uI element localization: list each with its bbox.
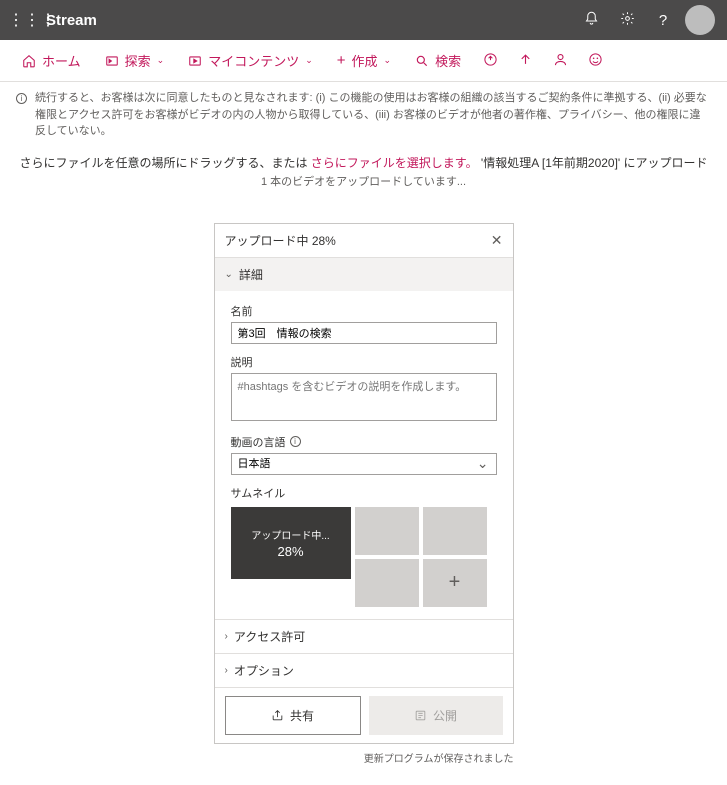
panel-title: アップロード中 28%: [225, 232, 336, 249]
chevron-down-icon: ⌄: [157, 55, 165, 66]
search-icon: [415, 54, 429, 68]
help-icon[interactable]: ?: [645, 12, 681, 29]
explore-icon: [105, 54, 119, 68]
chevron-right-icon: ›: [225, 631, 228, 642]
nav-home[interactable]: ホーム: [10, 40, 93, 81]
upload-arrow-icon[interactable]: [508, 52, 543, 70]
chevron-right-icon: ›: [225, 665, 228, 676]
thumb-option[interactable]: [355, 507, 419, 555]
panel-header: アップロード中 28% ✕: [215, 224, 513, 257]
app-launcher-icon[interactable]: ⋮⋮⋮: [8, 10, 40, 30]
nav-home-label: ホーム: [42, 51, 81, 70]
nav-search[interactable]: 検索: [403, 40, 473, 81]
share-icon: [271, 709, 284, 722]
thumb-add[interactable]: +: [423, 559, 487, 607]
top-bar: ⋮⋮⋮ Stream ?: [0, 0, 727, 40]
nav-explore[interactable]: 探索 ⌄: [93, 40, 177, 81]
nav-bar: ホーム 探索 ⌄ マイコンテンツ ⌄ + 作成 ⌄ 検索: [0, 40, 727, 82]
section-details[interactable]: ⌄ 詳細: [215, 257, 513, 291]
publish-button: 公開: [369, 696, 503, 735]
info-icon: i: [16, 90, 27, 140]
nav-explore-label: 探索: [125, 51, 151, 70]
desc-label: 説明: [231, 354, 497, 370]
consent-text: 続行すると、お客様は次に同意したものと見なされます: (i) この機能の使用はお…: [35, 90, 711, 140]
home-icon: [22, 54, 36, 68]
banner-pre: さらにファイルを任意の場所にドラッグする、または: [19, 156, 310, 170]
publish-icon: [414, 709, 427, 722]
invite-icon[interactable]: [473, 52, 508, 70]
plus-icon: +: [337, 52, 346, 69]
nav-create-label: 作成: [352, 51, 378, 70]
banner-post: '情報処理A [1年前期2020]' にアップロード: [478, 156, 708, 170]
user-avatar[interactable]: [685, 5, 715, 35]
notification-icon[interactable]: [573, 11, 609, 30]
feedback-icon[interactable]: [578, 52, 613, 70]
consent-notice: i 続行すると、お客様は次に同意したものと見なされます: (i) この機能の使用…: [0, 82, 727, 148]
saved-status: 更新プログラムが保存されました: [214, 750, 514, 765]
drag-banner: さらにファイルを任意の場所にドラッグする、または さらにファイルを選択します。 …: [0, 148, 727, 173]
thumbnail-picker: アップロード中... 28% +: [231, 507, 497, 607]
chevron-down-icon: ⌄: [225, 269, 233, 280]
person-icon[interactable]: [543, 52, 578, 70]
nav-mycontent-label: マイコンテンツ: [208, 51, 299, 70]
upload-panel: アップロード中 28% ✕ ⌄ 詳細 名前 説明 動画の言語 i 日本語 サムネ…: [214, 223, 514, 744]
desc-input[interactable]: [231, 373, 497, 421]
brand-label: Stream: [46, 12, 97, 29]
thumb-uploading-pct: 28%: [277, 544, 303, 559]
publish-label: 公開: [433, 707, 457, 724]
thumb-uploading-label: アップロード中...: [251, 527, 329, 542]
name-label: 名前: [231, 303, 497, 319]
share-button[interactable]: 共有: [225, 696, 361, 735]
lang-select[interactable]: 日本語: [231, 453, 497, 475]
nav-create[interactable]: + 作成 ⌄: [325, 40, 403, 81]
thumb-uploading: アップロード中... 28%: [231, 507, 351, 579]
nav-search-label: 検索: [435, 51, 461, 70]
upload-status-line: 1 本のビデオをアップロードしています...: [0, 173, 727, 203]
chevron-down-icon: ⌄: [305, 55, 313, 66]
thumb-option[interactable]: [423, 507, 487, 555]
thumb-option[interactable]: [355, 559, 419, 607]
section-details-label: 詳細: [239, 266, 263, 283]
share-label: 共有: [290, 707, 314, 724]
section-access[interactable]: › アクセス許可: [215, 619, 513, 653]
chevron-down-icon: ⌄: [384, 55, 392, 66]
lang-label: 動画の言語 i: [231, 434, 497, 450]
nav-mycontent[interactable]: マイコンテンツ ⌄: [176, 40, 325, 81]
section-access-label: アクセス許可: [234, 628, 305, 645]
close-icon[interactable]: ✕: [491, 232, 503, 249]
name-input[interactable]: [231, 322, 497, 344]
panel-footer: 共有 公開: [215, 687, 513, 743]
section-options[interactable]: › オプション: [215, 653, 513, 687]
settings-icon[interactable]: [609, 11, 645, 30]
details-body: 名前 説明 動画の言語 i 日本語 サムネイル アップロード中... 28%: [215, 291, 513, 619]
info-icon[interactable]: i: [290, 436, 301, 447]
mycontent-icon: [188, 54, 202, 68]
section-options-label: オプション: [234, 662, 294, 679]
file-select-link[interactable]: さらにファイルを選択します。: [311, 156, 478, 170]
thumb-label: サムネイル: [231, 485, 497, 501]
